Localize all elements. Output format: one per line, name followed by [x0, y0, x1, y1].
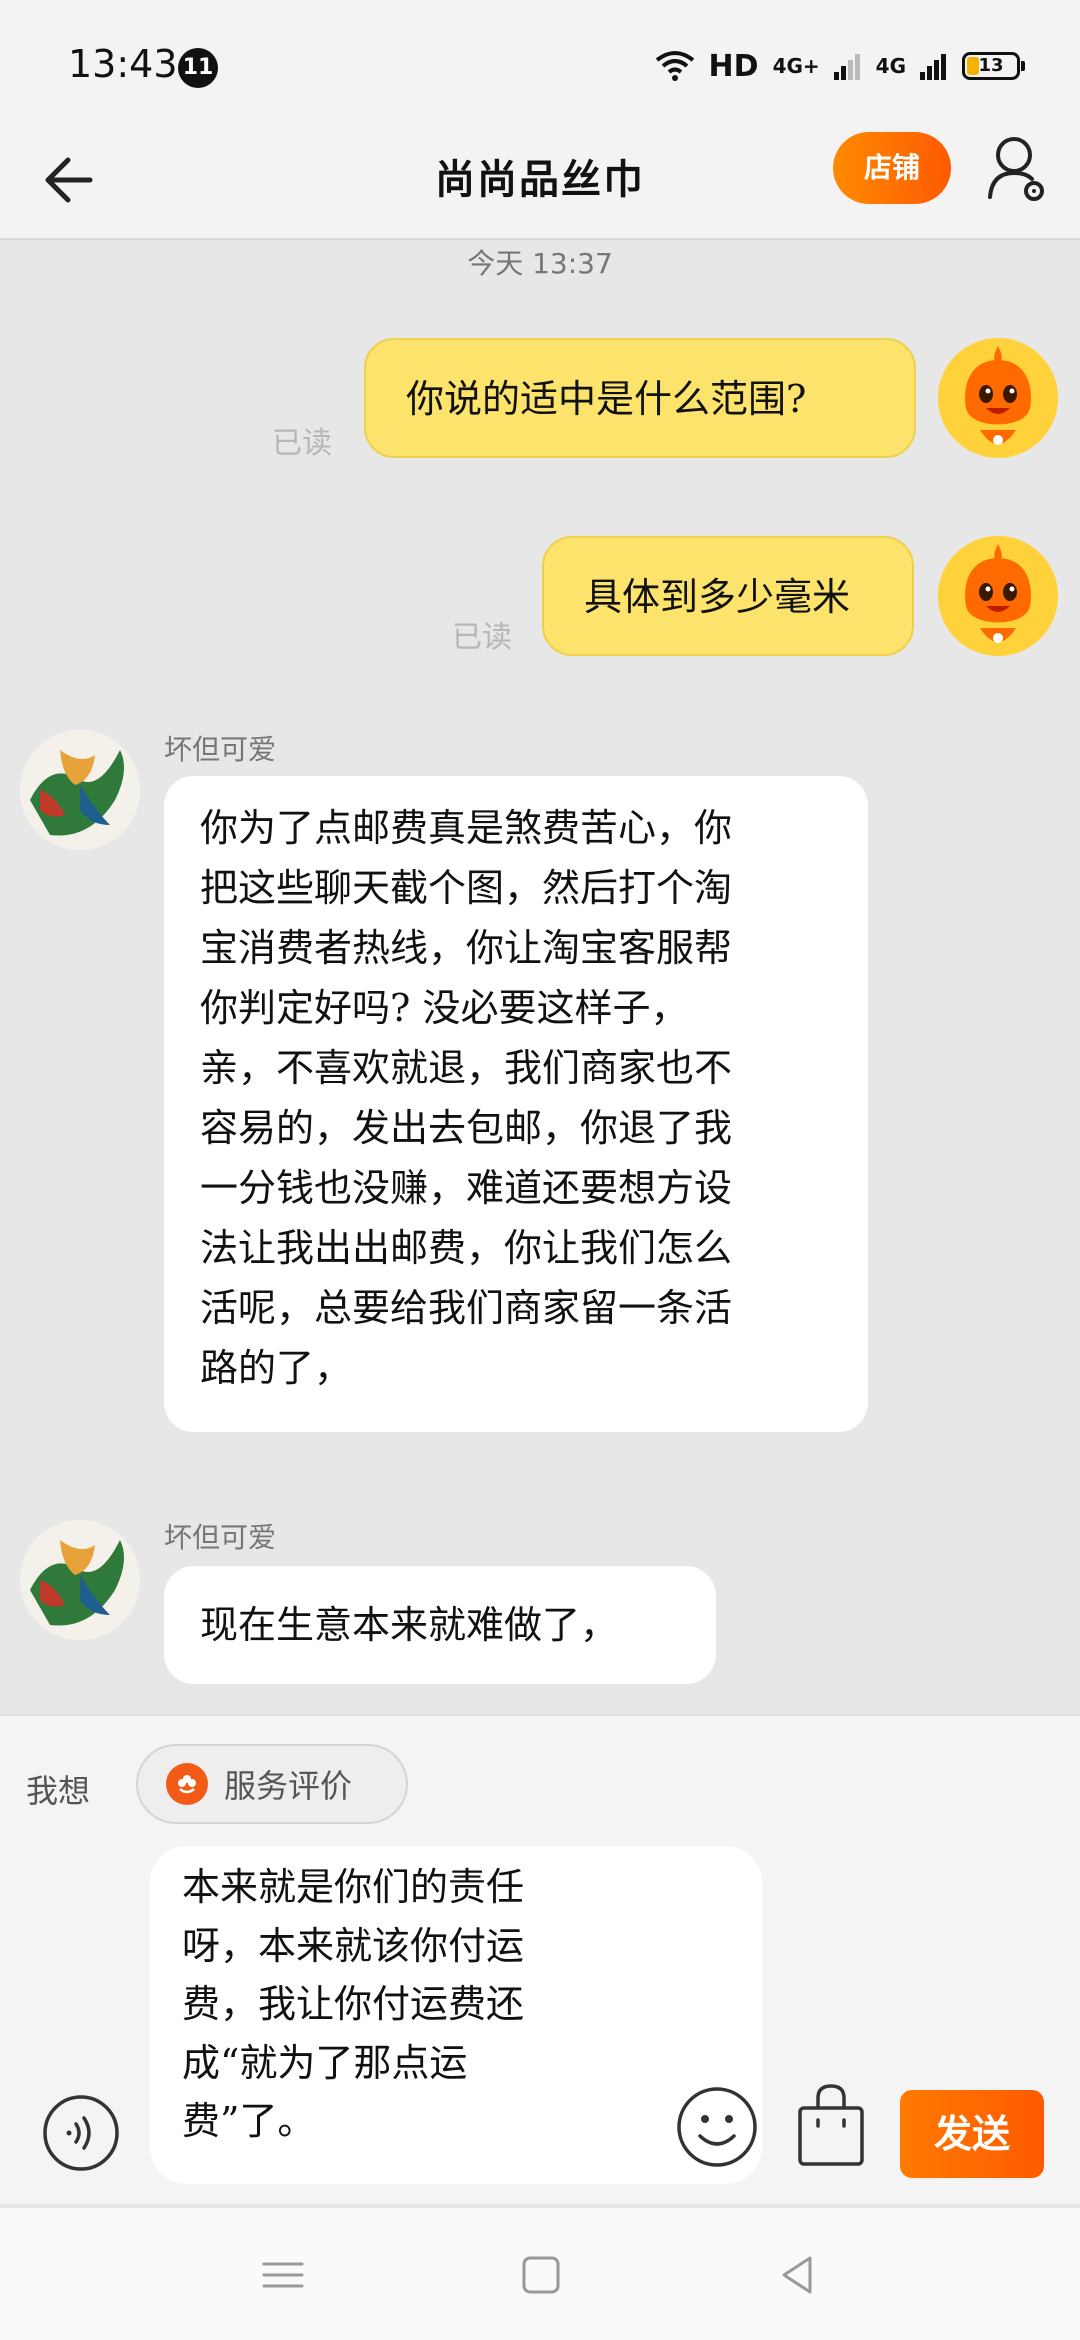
hd-label: HD — [708, 48, 759, 84]
emoji-button[interactable] — [676, 2086, 758, 2168]
status-time: 13:43 — [68, 42, 178, 86]
menu-button[interactable] — [258, 2250, 308, 2300]
chat-area[interactable]: 今天 13:37 已读 你说的适中是什么范围? 已读 具体到多少毫米 坏但可爱 … — [0, 242, 1080, 1714]
message-line: 把这些聊天截个图，然后打个淘 — [200, 866, 733, 911]
message-input[interactable]: 本来就是你们的责任 呀，本来就该你付运 费，我让你付运费还 成“就为了那点运 费… — [150, 1846, 762, 2184]
signal-icon — [833, 54, 860, 80]
flower-icon — [166, 1763, 208, 1805]
draft-line: 呀，本来就该你付运 — [182, 1923, 525, 1968]
system-back-button[interactable] — [772, 2250, 822, 2300]
message-bubble-outgoing[interactable]: 具体到多少毫米 — [542, 536, 914, 656]
message-line: 容易的，发出去包邮，你退了我 — [200, 1106, 733, 1151]
status-indicators: HD 4G+ 4G 13 — [655, 44, 1025, 88]
battery-indicator: 13 — [962, 52, 1025, 80]
scarf-avatar-icon — [20, 730, 140, 850]
message-text: 具体到多少毫米 — [584, 575, 851, 619]
sender-name: 坏但可爱 — [164, 1521, 277, 1554]
seller-avatar[interactable] — [20, 1520, 140, 1640]
avatar[interactable] — [938, 536, 1058, 656]
notification-badge: 11 — [178, 48, 218, 88]
service-rating-chip[interactable]: 服务评价 — [136, 1744, 408, 1824]
message-line: 路的了， — [200, 1346, 353, 1391]
mascot-avatar-icon — [938, 536, 1058, 656]
profile-settings-button[interactable] — [986, 135, 1048, 205]
message-bubble-incoming[interactable]: 你为了点邮费真是煞费苦心，你 把这些聊天截个图，然后打个淘 宝消费者热线，你让淘… — [164, 776, 868, 1432]
message-line: 活呢，总要给我们商家留一条活 — [200, 1286, 733, 1331]
shopping-bag-icon — [798, 2084, 864, 2166]
chip-label: 服务评价 — [224, 1767, 353, 1805]
system-navigation-bar — [0, 2206, 1080, 2340]
status-bar: 13:43 11 HD 4G+ 4G 13 — [0, 0, 1080, 125]
quick-action-label: 我想 — [26, 1772, 91, 1810]
message-text: 现在生意本来就难做了， — [200, 1603, 619, 1647]
home-button[interactable] — [516, 2250, 566, 2300]
send-button[interactable]: 发送 — [900, 2090, 1044, 2178]
message-bubble-incoming[interactable]: 现在生意本来就难做了， — [164, 1566, 716, 1684]
seller-avatar[interactable] — [20, 730, 140, 850]
menu-icon — [262, 2262, 304, 2288]
header: 尚尚品丝巾 店铺 — [0, 125, 1080, 240]
product-bag-button[interactable] — [794, 2082, 868, 2168]
read-status: 已读 — [452, 620, 512, 655]
draft-line: 成“就为了那点运 — [182, 2040, 468, 2085]
message-bubble-outgoing[interactable]: 你说的适中是什么范围? — [364, 338, 916, 458]
back-triangle-icon — [782, 2256, 812, 2294]
network-label-2: 4G — [875, 54, 906, 78]
draft-line: 本来就是你们的责任 — [182, 1865, 525, 1909]
mascot-avatar-icon — [938, 338, 1058, 458]
scarf-avatar-icon — [20, 1520, 140, 1640]
wifi-icon — [655, 51, 694, 81]
user-settings-icon — [988, 137, 1044, 201]
draft-line: 费，我让你付运费还 — [182, 1982, 525, 2027]
message-line: 宝消费者热线，你让淘宝客服帮 — [200, 926, 733, 971]
signal-icon — [920, 54, 946, 80]
message-line: 你为了点邮费真是煞费苦心，你 — [200, 806, 733, 850]
chat-timestamp: 今天 13:37 — [467, 247, 613, 280]
message-line: 一分钱也没赚，难道还要想方设 — [200, 1166, 733, 1211]
shop-button[interactable]: 店铺 — [833, 132, 951, 204]
input-area: 我想 服务评价 本来就是你们的责任 呀，本来就该你付运 费，我让你付运费还 成“… — [0, 1714, 1080, 2204]
message-line: 亲，不喜欢就退，我们商家也不 — [200, 1046, 733, 1091]
emoji-icon — [677, 2087, 757, 2167]
message-line: 法让我出出邮费，你让我们怎么 — [200, 1226, 733, 1271]
sender-name: 坏但可爱 — [164, 733, 277, 766]
voice-button[interactable] — [42, 2094, 120, 2172]
message-text: 你说的适中是什么范围? — [406, 377, 807, 421]
message-line: 你判定好吗? 没必要这样子， — [200, 986, 689, 1031]
read-status: 已读 — [272, 426, 332, 461]
voice-icon — [43, 2095, 119, 2171]
avatar[interactable] — [938, 338, 1058, 458]
battery-level: 13 — [978, 55, 1004, 76]
draft-line: 费”了。 — [182, 2099, 316, 2144]
home-square-icon — [522, 2256, 560, 2294]
network-label-1: 4G+ — [772, 54, 820, 78]
